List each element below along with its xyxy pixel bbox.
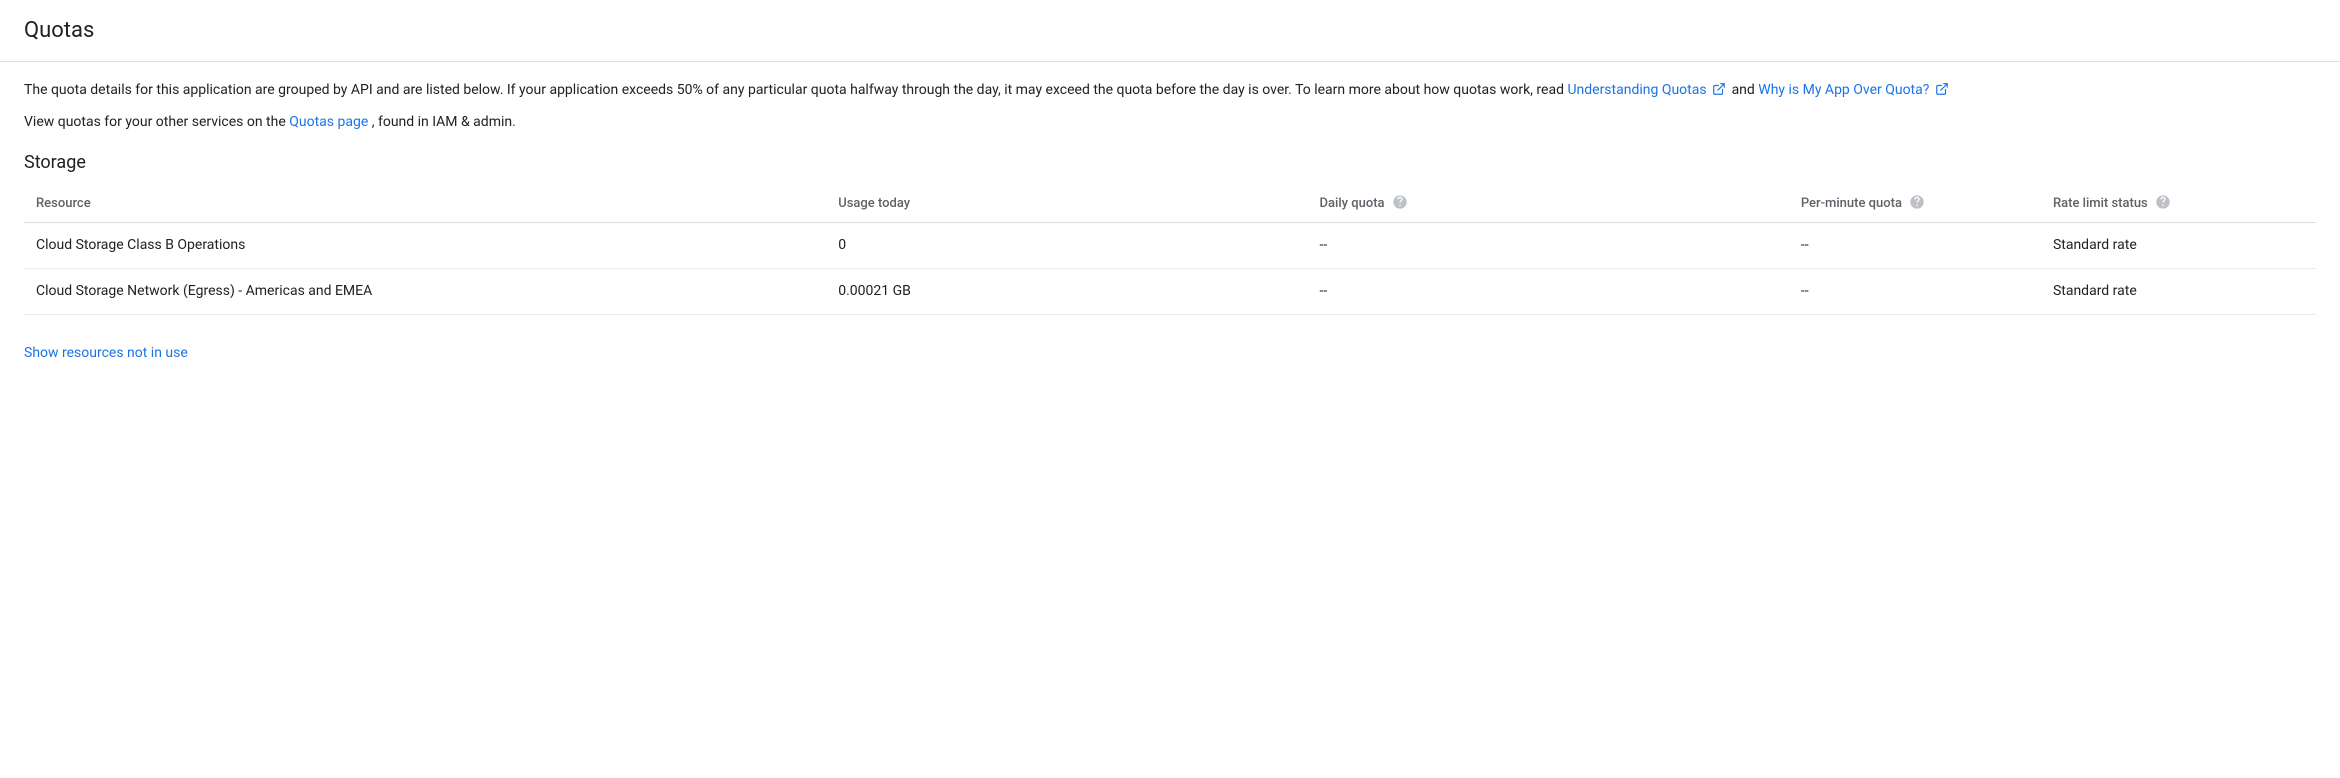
header-rate-limit-text: Rate limit status bbox=[2053, 196, 2148, 211]
cell-per-minute: -- bbox=[1789, 222, 2041, 268]
help-icon[interactable] bbox=[2155, 194, 2171, 210]
quota-table: Resource Usage today Daily quota bbox=[24, 186, 2316, 315]
over-quota-link-text: Why is My App Over Quota? bbox=[1758, 82, 1929, 98]
understanding-quotas-link[interactable]: Understanding Quotas bbox=[1567, 82, 1731, 98]
table-header-row: Resource Usage today Daily quota bbox=[24, 186, 2316, 222]
over-quota-link[interactable]: Why is My App Over Quota? bbox=[1758, 82, 1951, 98]
quota-description-2: View quotas for your other services on t… bbox=[24, 112, 2316, 134]
cell-resource: Cloud Storage Network (Egress) - America… bbox=[24, 268, 826, 314]
header-daily: Daily quota bbox=[1308, 186, 1789, 222]
header-daily-text: Daily quota bbox=[1320, 196, 1385, 211]
cell-rate-limit: Standard rate bbox=[2041, 222, 2316, 268]
header-per-minute: Per-minute quota bbox=[1789, 186, 2041, 222]
page-header: Quotas bbox=[0, 0, 2340, 62]
cell-per-minute: -- bbox=[1789, 268, 2041, 314]
description2-text: View quotas for your other services on t… bbox=[24, 114, 289, 130]
cell-daily: -- bbox=[1308, 222, 1789, 268]
section-title-storage: Storage bbox=[24, 149, 2316, 176]
cell-rate-limit: Standard rate bbox=[2041, 268, 2316, 314]
description-text: The quota details for this application a… bbox=[24, 82, 1567, 98]
description-text: and bbox=[1732, 82, 1759, 98]
header-resource-text: Resource bbox=[36, 196, 91, 211]
help-icon[interactable] bbox=[1909, 194, 1925, 210]
show-resources-container: Show resources not in use bbox=[24, 343, 2316, 364]
cell-daily: -- bbox=[1308, 268, 1789, 314]
quota-description-1: The quota details for this application a… bbox=[24, 80, 2316, 102]
external-link-icon bbox=[1935, 82, 1949, 96]
header-rate-limit: Rate limit status bbox=[2041, 186, 2316, 222]
show-resources-not-in-use-link[interactable]: Show resources not in use bbox=[24, 345, 188, 361]
help-icon[interactable] bbox=[1392, 194, 1408, 210]
table-row: Cloud Storage Class B Operations 0 -- --… bbox=[24, 222, 2316, 268]
cell-resource: Cloud Storage Class B Operations bbox=[24, 222, 826, 268]
header-resource: Resource bbox=[24, 186, 826, 222]
header-usage-text: Usage today bbox=[838, 196, 910, 211]
understanding-quotas-link-text: Understanding Quotas bbox=[1567, 82, 1706, 98]
cell-usage: 0 bbox=[826, 222, 1307, 268]
header-per-minute-text: Per-minute quota bbox=[1801, 196, 1902, 211]
cell-usage: 0.00021 GB bbox=[826, 268, 1307, 314]
content-area: The quota details for this application a… bbox=[0, 62, 2340, 388]
quotas-page-link-text: Quotas page bbox=[289, 114, 368, 130]
table-row: Cloud Storage Network (Egress) - America… bbox=[24, 268, 2316, 314]
external-link-icon bbox=[1712, 82, 1726, 96]
page-title: Quotas bbox=[24, 14, 2316, 47]
header-usage: Usage today bbox=[826, 186, 1307, 222]
quotas-page-link[interactable]: Quotas page bbox=[289, 114, 371, 130]
description2-text-after: , found in IAM & admin. bbox=[372, 114, 516, 130]
